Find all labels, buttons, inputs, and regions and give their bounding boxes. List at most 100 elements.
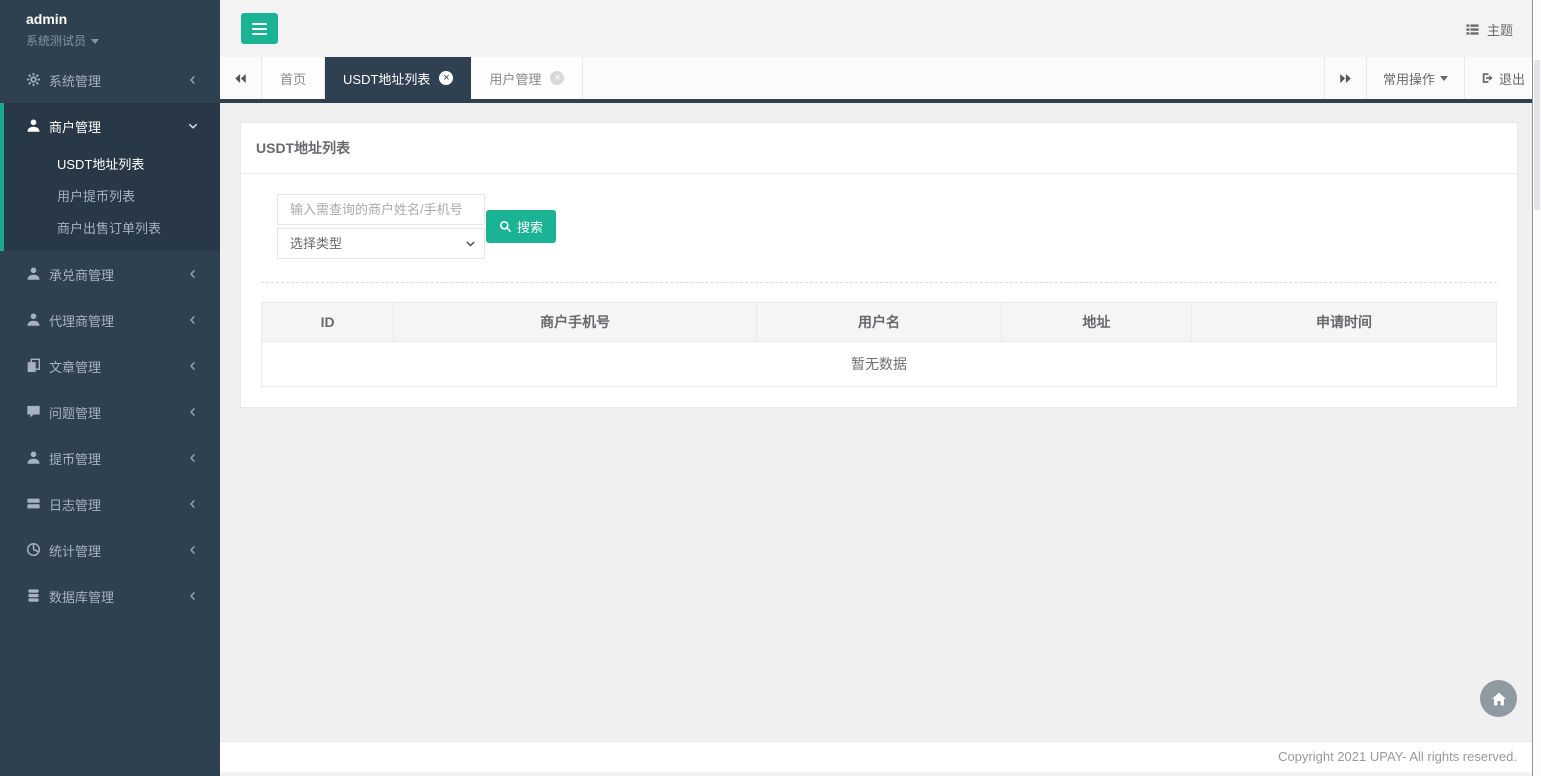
tab[interactable]: 首页 [262, 57, 325, 99]
sidebar-item[interactable]: 数据库管理 [0, 573, 220, 619]
chevron-left-icon [186, 73, 200, 87]
back-to-home-button[interactable] [1480, 680, 1517, 717]
search-fields: 选择类型 [277, 194, 485, 259]
sidebar-item[interactable]: 承兑商管理 [0, 251, 220, 297]
chevron-down-icon [186, 119, 200, 133]
chevron-left-icon [186, 267, 200, 281]
sidebar-block: 提币管理 [0, 435, 220, 481]
forward-icon [1338, 71, 1353, 86]
sidebar-item[interactable]: 代理商管理 [0, 297, 220, 343]
user-role-dropdown[interactable]: 系统测试员 [26, 32, 220, 49]
sidebar-item[interactable]: 问题管理 [0, 389, 220, 435]
divider [261, 282, 1497, 283]
common-actions-label: 常用操作 [1383, 69, 1435, 88]
copyright-text: Copyright 2021 UPAY- All rights reserved… [1278, 749, 1517, 764]
tab-close-icon[interactable]: × [550, 71, 564, 85]
column-header: ID [262, 303, 394, 342]
sidebar-block: 日志管理 [0, 481, 220, 527]
chevron-left-icon [186, 359, 200, 373]
comment-icon [26, 404, 41, 420]
sidebar-block: 承兑商管理 [0, 251, 220, 297]
scrollbar-thumb[interactable] [1534, 60, 1540, 210]
caret-down-icon [1440, 76, 1448, 81]
backward-icon [233, 71, 248, 86]
sidebar-item-label: 数据库管理 [49, 587, 186, 606]
sidebar-item-label: 统计管理 [49, 541, 186, 560]
tab[interactable]: USDT地址列表× [325, 57, 471, 99]
tab-list: 首页 USDT地址列表× 用户管理 × [262, 57, 583, 99]
tab-close-icon[interactable]: × [439, 71, 453, 85]
sidebar-item-label: 文章管理 [49, 357, 186, 376]
sidebar-subitem[interactable]: 商户出售订单列表 [4, 213, 220, 245]
sidebar-toggle-button[interactable] [241, 13, 278, 44]
tab-bar: 首页 USDT地址列表× 用户管理 × 常用操作 退出 [220, 57, 1541, 103]
panel-title: USDT地址列表 [241, 123, 1517, 174]
search-icon [499, 220, 512, 233]
merchant-search-input[interactable] [277, 194, 485, 225]
column-header: 地址 [1001, 303, 1191, 342]
column-header: 用户名 [757, 303, 1002, 342]
sidebar-item-label: 系统管理 [49, 71, 186, 90]
top-header: 主题 [220, 0, 1541, 57]
logout-button[interactable]: 退出 [1464, 57, 1541, 99]
tab-label: 用户管理 [489, 69, 541, 88]
sidebar-item[interactable]: 统计管理 [0, 527, 220, 573]
user-role-label: 系统测试员 [26, 34, 86, 48]
sidebar-item[interactable]: 文章管理 [0, 343, 220, 389]
user-icon [26, 312, 41, 328]
user-icon [26, 118, 41, 134]
search-form: 选择类型 搜索 [277, 194, 1497, 259]
common-actions-dropdown[interactable]: 常用操作 [1366, 57, 1464, 99]
sidebar-item-label: 商户管理 [49, 117, 186, 136]
search-button[interactable]: 搜索 [486, 210, 556, 243]
page-content: USDT地址列表 选择类型 搜索 [220, 103, 1541, 741]
empty-data-text: 暂无数据 [262, 342, 1497, 387]
sidebar-submenu: USDT地址列表用户提币列表商户出售订单列表 [4, 149, 220, 251]
home-icon [1491, 691, 1507, 707]
user-icon [26, 450, 41, 466]
sidebar-subitem[interactable]: 用户提币列表 [4, 181, 220, 213]
sidebar-block: 统计管理 [0, 527, 220, 573]
caret-down-icon [91, 39, 99, 44]
chevron-left-icon [186, 405, 200, 419]
tab-spacer [583, 57, 1324, 99]
theme-button[interactable]: 主题 [1465, 20, 1513, 39]
sidebar-item-label: 日志管理 [49, 495, 186, 514]
tab[interactable]: 用户管理 × [471, 57, 583, 99]
table-header: ID商户手机号用户名地址申请时间 [262, 303, 1497, 342]
sidebar: admin 系统测试员 系统管理商户管理 USDT地址列表用户提币列表商户出售订单… [0, 0, 220, 776]
tabs-scroll-left-button[interactable] [220, 57, 262, 99]
sidebar-block: 数据库管理 [0, 573, 220, 619]
sidebar-user-panel: admin 系统测试员 [0, 0, 220, 57]
sign-out-icon [1481, 71, 1499, 85]
user-name: admin [26, 11, 220, 27]
theme-label: 主题 [1487, 20, 1513, 39]
tabs-scroll-right-button[interactable] [1324, 57, 1366, 99]
tab-label: 首页 [280, 69, 306, 88]
panel-body: 选择类型 搜索 ID商户手机号用户名地址申请时间 [241, 174, 1517, 407]
sidebar-block: 代理商管理 [0, 297, 220, 343]
theme-list-icon [1465, 22, 1480, 37]
pie-chart-icon [26, 542, 41, 558]
files-icon [26, 358, 41, 374]
footer: Copyright 2021 UPAY- All rights reserved… [220, 741, 1541, 772]
type-select[interactable]: 选择类型 [277, 228, 485, 259]
sidebar-menu: 系统管理商户管理USDT地址列表用户提币列表商户出售订单列表承兑商管理代理商管理… [0, 57, 220, 619]
sidebar-block: 系统管理 [0, 57, 220, 103]
search-button-label: 搜索 [517, 217, 543, 236]
sidebar-subitem[interactable]: USDT地址列表 [4, 149, 220, 181]
chevron-left-icon [186, 589, 200, 603]
sidebar-item[interactable]: 提币管理 [0, 435, 220, 481]
usdt-address-panel: USDT地址列表 选择类型 搜索 [240, 122, 1518, 408]
sidebar-item[interactable]: 日志管理 [0, 481, 220, 527]
chevron-left-icon [186, 543, 200, 557]
gear-icon [26, 72, 41, 88]
sidebar-block: 商户管理 USDT地址列表用户提币列表商户出售订单列表 [0, 103, 220, 251]
sidebar-item[interactable]: 商户管理 [4, 103, 220, 149]
sidebar-item-label: 提币管理 [49, 449, 186, 468]
sidebar-item-label: 问题管理 [49, 403, 186, 422]
sidebar-item[interactable]: 系统管理 [0, 57, 220, 103]
vertical-scrollbar[interactable] [1532, 0, 1541, 776]
chevron-left-icon [186, 497, 200, 511]
table-row-empty: 暂无数据 [262, 342, 1497, 387]
